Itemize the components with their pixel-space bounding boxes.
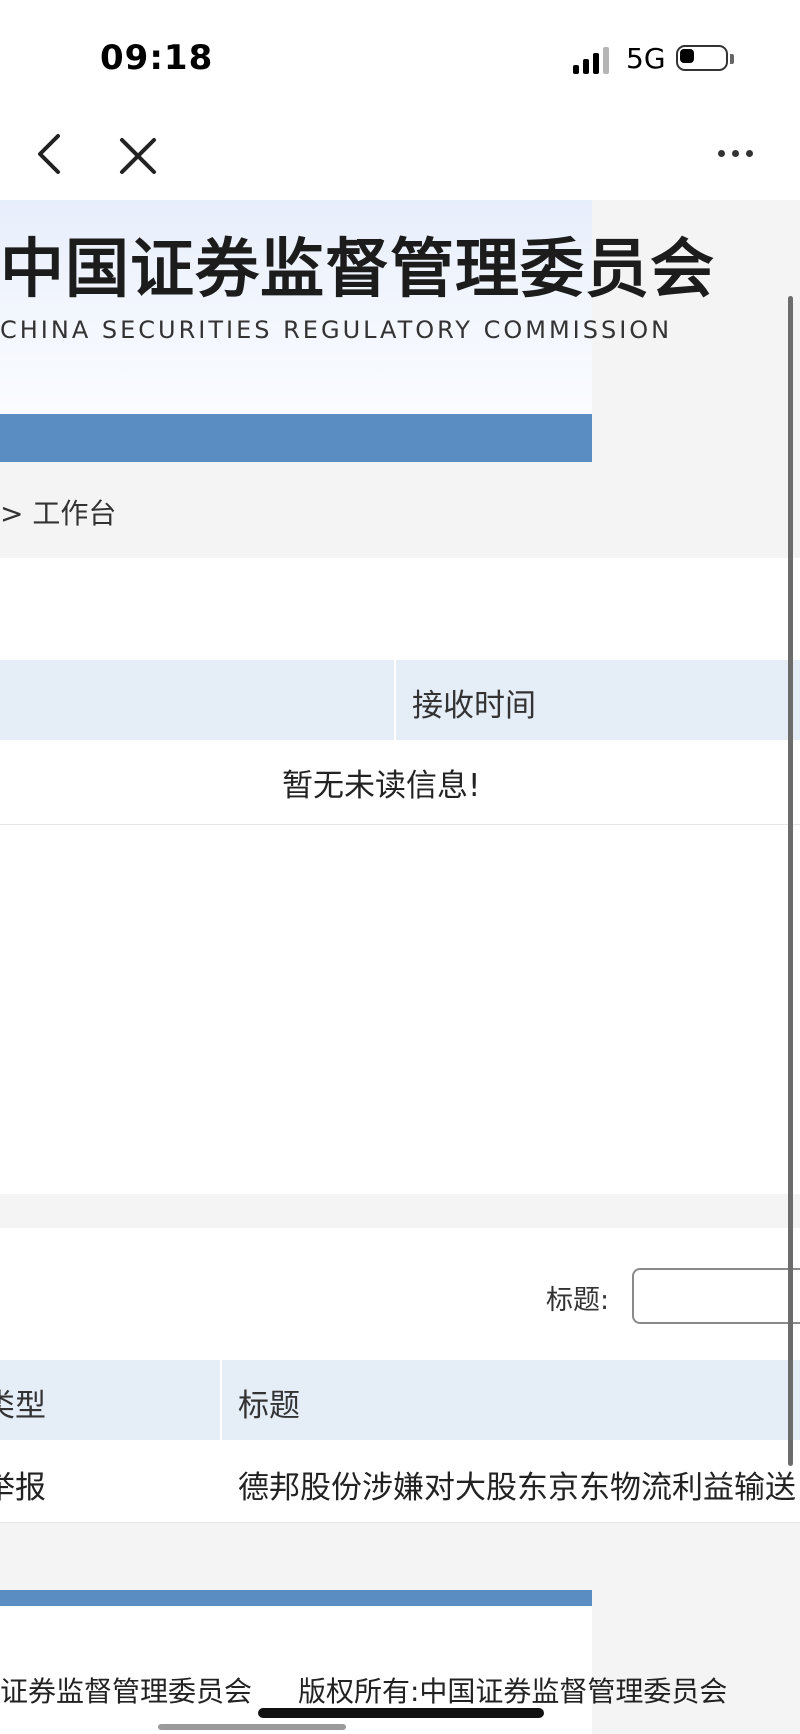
row-type-cell: 举报 [0, 1470, 46, 1506]
status-time: 09:18 [100, 38, 214, 78]
close-icon[interactable] [116, 134, 160, 178]
more-icon[interactable] [718, 150, 754, 162]
breadcrumb[interactable]: > 工作台 [0, 492, 116, 532]
signal-icon [573, 46, 609, 74]
title-filter-label: 标题: [546, 1285, 610, 1316]
unread-panel [0, 558, 800, 1194]
footer-copyright: 版权所有:中国证券监督管理委员会 [298, 1675, 728, 1708]
title-filter-input[interactable] [632, 1268, 800, 1324]
battery-cap [730, 54, 734, 64]
footer-org-name: 证券监督管理委员会 [0, 1675, 253, 1708]
column-divider [394, 660, 396, 740]
page-scrollbar[interactable] [788, 296, 793, 1466]
footer-strip [0, 1590, 592, 1606]
browser-toolbar-indicator [158, 1724, 346, 1730]
site-title: 中国证券监督管理委员会 [0, 232, 715, 307]
site-subtitle: CHINA SECURITIES REGULATORY COMMISSION [0, 316, 673, 344]
network-label: 5G [626, 42, 666, 75]
column-header-receive-time: 接收时间 [412, 688, 536, 724]
site-nav-strip [0, 414, 592, 462]
column-header-type: 类型 [0, 1388, 46, 1424]
battery-level [680, 49, 694, 63]
row-title-link[interactable]: 德邦股份涉嫌对大股东京东物流利益输送 [238, 1462, 800, 1507]
records-table-header [0, 1360, 800, 1440]
column-divider [220, 1360, 222, 1522]
empty-message: 暂无未读信息! [282, 768, 481, 804]
home-indicator[interactable] [258, 1708, 544, 1718]
column-header-title: 标题 [238, 1388, 300, 1424]
unread-table-header [0, 660, 800, 740]
back-icon[interactable] [30, 132, 70, 176]
